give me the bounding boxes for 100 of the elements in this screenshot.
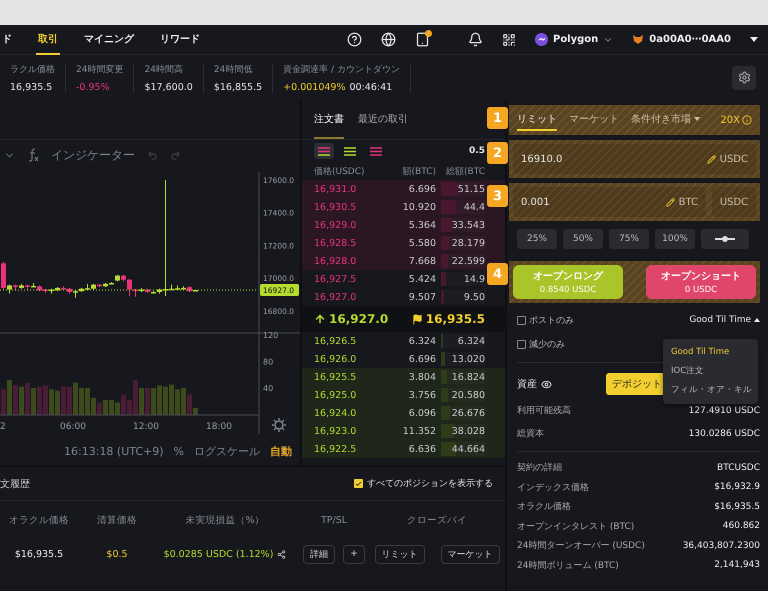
both-view-icon[interactable] <box>314 143 334 159</box>
ask-price: 16,928.5 <box>314 238 358 248</box>
chart-clock: 16:13:18 (UTC+9) <box>64 444 164 458</box>
panel-title: 文履歴 <box>0 478 30 490</box>
bid-total: 20.580 <box>452 390 485 400</box>
flag-icon <box>412 314 423 324</box>
detail-label: インデックス価格 <box>517 482 589 494</box>
column-header: 価格(USDC) <box>314 166 366 178</box>
volume-axis-label: 40 <box>263 384 274 393</box>
bid-total: 26.676 <box>452 408 485 418</box>
log-scale-toggle[interactable]: ログスケール <box>194 444 260 458</box>
bell-icon[interactable] <box>468 32 483 47</box>
mode-button[interactable] <box>701 229 749 249</box>
ask-price: 16,929.0 <box>314 220 358 230</box>
option-checkbox[interactable]: ポストのみ <box>517 314 574 326</box>
last-price: 16,927.0 <box>329 312 388 326</box>
column-header: 未実現損益（%） <box>185 514 265 526</box>
fox-icon <box>632 34 644 45</box>
menu-item[interactable]: Good Til Time <box>663 343 752 362</box>
qr-code-icon[interactable] <box>502 32 516 46</box>
time-axis-label: 2 <box>0 422 6 432</box>
option-checkbox[interactable]: 減少のみ <box>517 338 565 350</box>
balance-value: 130.0286 USDC <box>688 428 760 438</box>
order-type-tab[interactable]: マーケット <box>569 109 619 131</box>
bid-amount: 6.696 <box>408 354 436 364</box>
order-book-tab[interactable]: 注文書 <box>314 100 344 139</box>
unrealized-pnl: $0.0285 USDC (1.12%) <box>164 548 274 560</box>
ask-total: 28.179 <box>452 238 485 248</box>
caret-icon <box>694 117 700 121</box>
close-button[interactable]: マーケット <box>440 544 500 564</box>
detail-label: オープンインタレスト (BTC) <box>517 520 634 533</box>
bid-amount: 3.756 <box>408 390 436 400</box>
open-short-button[interactable]: オープンショート 0 USDC <box>646 265 756 299</box>
settings-icon[interactable] <box>272 418 286 432</box>
info-icon <box>742 115 752 125</box>
percent-button[interactable]: 25% <box>517 229 557 249</box>
bid-price: 16,924.0 <box>314 408 358 418</box>
ask-total: 9.50 <box>464 292 485 302</box>
ask-total: 44.4 <box>464 202 485 212</box>
function-icon[interactable] <box>27 148 39 162</box>
close-button[interactable]: リミット <box>374 544 424 564</box>
stat-label: 24時間変更 <box>76 64 124 76</box>
settings-button[interactable] <box>732 66 756 90</box>
indicators-button[interactable]: インジケーター <box>51 146 135 164</box>
percent-button[interactable]: 100% <box>655 229 695 249</box>
detail-label: 24時間ターンオーバー (USDC) <box>517 540 645 552</box>
percent-button[interactable]: 50% <box>563 229 603 249</box>
ask-amount: 9.507 <box>408 292 436 302</box>
volume-axis-label: 120 <box>263 331 278 340</box>
caret-icon[interactable] <box>750 37 758 42</box>
detail-value: 460.862 <box>722 521 760 532</box>
ask-price: 16,927.0 <box>314 292 358 302</box>
ask-amount: 5.580 <box>408 238 436 248</box>
leverage-button[interactable]: 20X <box>720 109 756 131</box>
tablet-icon[interactable] <box>414 32 430 47</box>
unit-toggle[interactable]: USDC <box>712 187 756 217</box>
section-title: 資産 <box>517 378 537 391</box>
pencil-icon <box>706 154 716 164</box>
bid-price: 16,926.0 <box>314 354 358 364</box>
time-in-force-selector[interactable]: Good Til Time <box>689 315 760 325</box>
globe-icon[interactable] <box>380 32 396 47</box>
eye-icon[interactable] <box>541 378 552 390</box>
order-type-tab[interactable]: リミット <box>517 109 557 131</box>
nav-tab[interactable]: ド <box>0 24 14 54</box>
tpsl-button[interactable]: 詳細 <box>303 544 336 564</box>
stat-label: 資金調達率 / カウントダウン <box>283 64 400 76</box>
order-type-tab[interactable]: 条件付き市場 <box>631 109 700 131</box>
column-header: TP/SL <box>320 514 348 526</box>
order-book-tab[interactable]: 最近の取引 <box>358 100 408 139</box>
network-logo-icon <box>534 33 548 46</box>
help-icon[interactable] <box>346 32 362 47</box>
detail-label: オラクル価格 <box>517 500 571 514</box>
network-selector[interactable]: Polygon <box>534 33 614 46</box>
percent-toggle[interactable]: % <box>174 444 184 458</box>
bid-price: 16,926.5 <box>314 336 358 346</box>
liquidation-price: $0.5 <box>106 548 128 560</box>
size-field[interactable]: 0.001 BTC <box>513 187 706 217</box>
countdown: 00:46:41 <box>350 82 392 92</box>
precision-selector[interactable]: 0.5 <box>469 146 485 156</box>
share-icon[interactable] <box>277 550 286 558</box>
tpsl-button[interactable]: + <box>343 544 365 564</box>
ask-price: 16,930.5 <box>314 202 358 212</box>
auto-scale-toggle[interactable]: 自動 <box>270 444 292 458</box>
notification-dot <box>424 30 432 37</box>
price-field[interactable]: 16910.0 USDC <box>513 144 756 174</box>
nav-tab[interactable]: リワード <box>158 24 202 54</box>
nav-tab[interactable]: マイニング <box>82 24 136 54</box>
wallet-selector[interactable]: 0a00A0⋯0AA0 <box>632 34 731 45</box>
show-all-positions-checkbox[interactable]: すべてのポジションを表示する <box>354 477 493 490</box>
column-header: クローズバイ <box>407 514 467 526</box>
column-header: オラクル価格 <box>9 514 69 526</box>
detail-value: $16,932.9 <box>714 482 760 492</box>
percent-button[interactable]: 75% <box>609 229 649 249</box>
mark-price: 16,935.5 <box>426 312 485 326</box>
settings-icon <box>738 71 750 84</box>
ask-amount: 6.696 <box>408 184 436 194</box>
oracle-price: $16,935.5 <box>14 548 64 560</box>
bid-price: 16,925.5 <box>314 372 358 382</box>
detail-label: 24時間ボリューム (BTC) <box>517 560 619 572</box>
bid-price: 16,925.0 <box>314 390 358 400</box>
